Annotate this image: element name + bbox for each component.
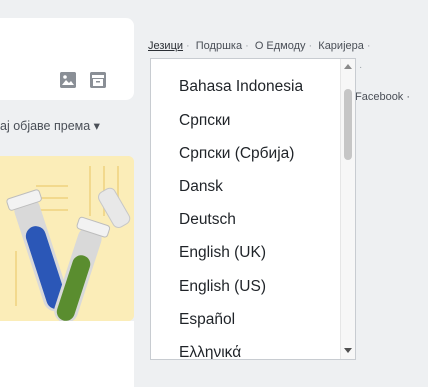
language-option[interactable]: Српски (Србија) <box>179 145 294 163</box>
separator-dot: · <box>359 62 363 73</box>
footer-link-languages[interactable]: Језици <box>148 40 183 52</box>
sort-label: ај објаве према ▾ <box>0 119 100 133</box>
archive-icon[interactable] <box>90 72 106 88</box>
language-option[interactable]: Bahasa Indonesia <box>179 78 303 96</box>
footer-link-about[interactable]: О Едмоду <box>255 40 306 52</box>
scroll-up-icon[interactable] <box>344 64 352 69</box>
language-option[interactable]: Español <box>179 311 235 329</box>
footer-link-facebook[interactable]: Facebook · <box>355 91 410 103</box>
language-option[interactable]: English (UK) <box>179 244 266 262</box>
footer-link-support[interactable]: Подршка <box>196 40 242 52</box>
illustration <box>0 156 134 321</box>
footer-link-careers[interactable]: Каријера <box>318 40 364 52</box>
language-option[interactable]: Deutsch <box>179 211 236 229</box>
dropdown-scrollbar[interactable] <box>340 59 355 359</box>
image-icon[interactable] <box>60 72 76 88</box>
footer-links: Језици · Подршка · О Едмоду · Каријера · <box>148 40 371 52</box>
language-option[interactable]: Ελληνικά <box>179 344 241 359</box>
language-option[interactable]: English (US) <box>179 278 266 296</box>
sort-posts-dropdown[interactable]: ај објаве према ▾ <box>0 118 134 142</box>
post-composer-card <box>0 18 134 100</box>
language-option[interactable]: Dansk <box>179 178 223 196</box>
feed-card-footer <box>0 321 134 387</box>
scroll-down-icon[interactable] <box>344 348 352 353</box>
language-option[interactable]: Српски <box>179 112 230 130</box>
scrollbar-thumb[interactable] <box>344 89 352 160</box>
language-dropdown[interactable]: Bahasa Indonesia Српски Српски (Србија) … <box>150 58 356 360</box>
